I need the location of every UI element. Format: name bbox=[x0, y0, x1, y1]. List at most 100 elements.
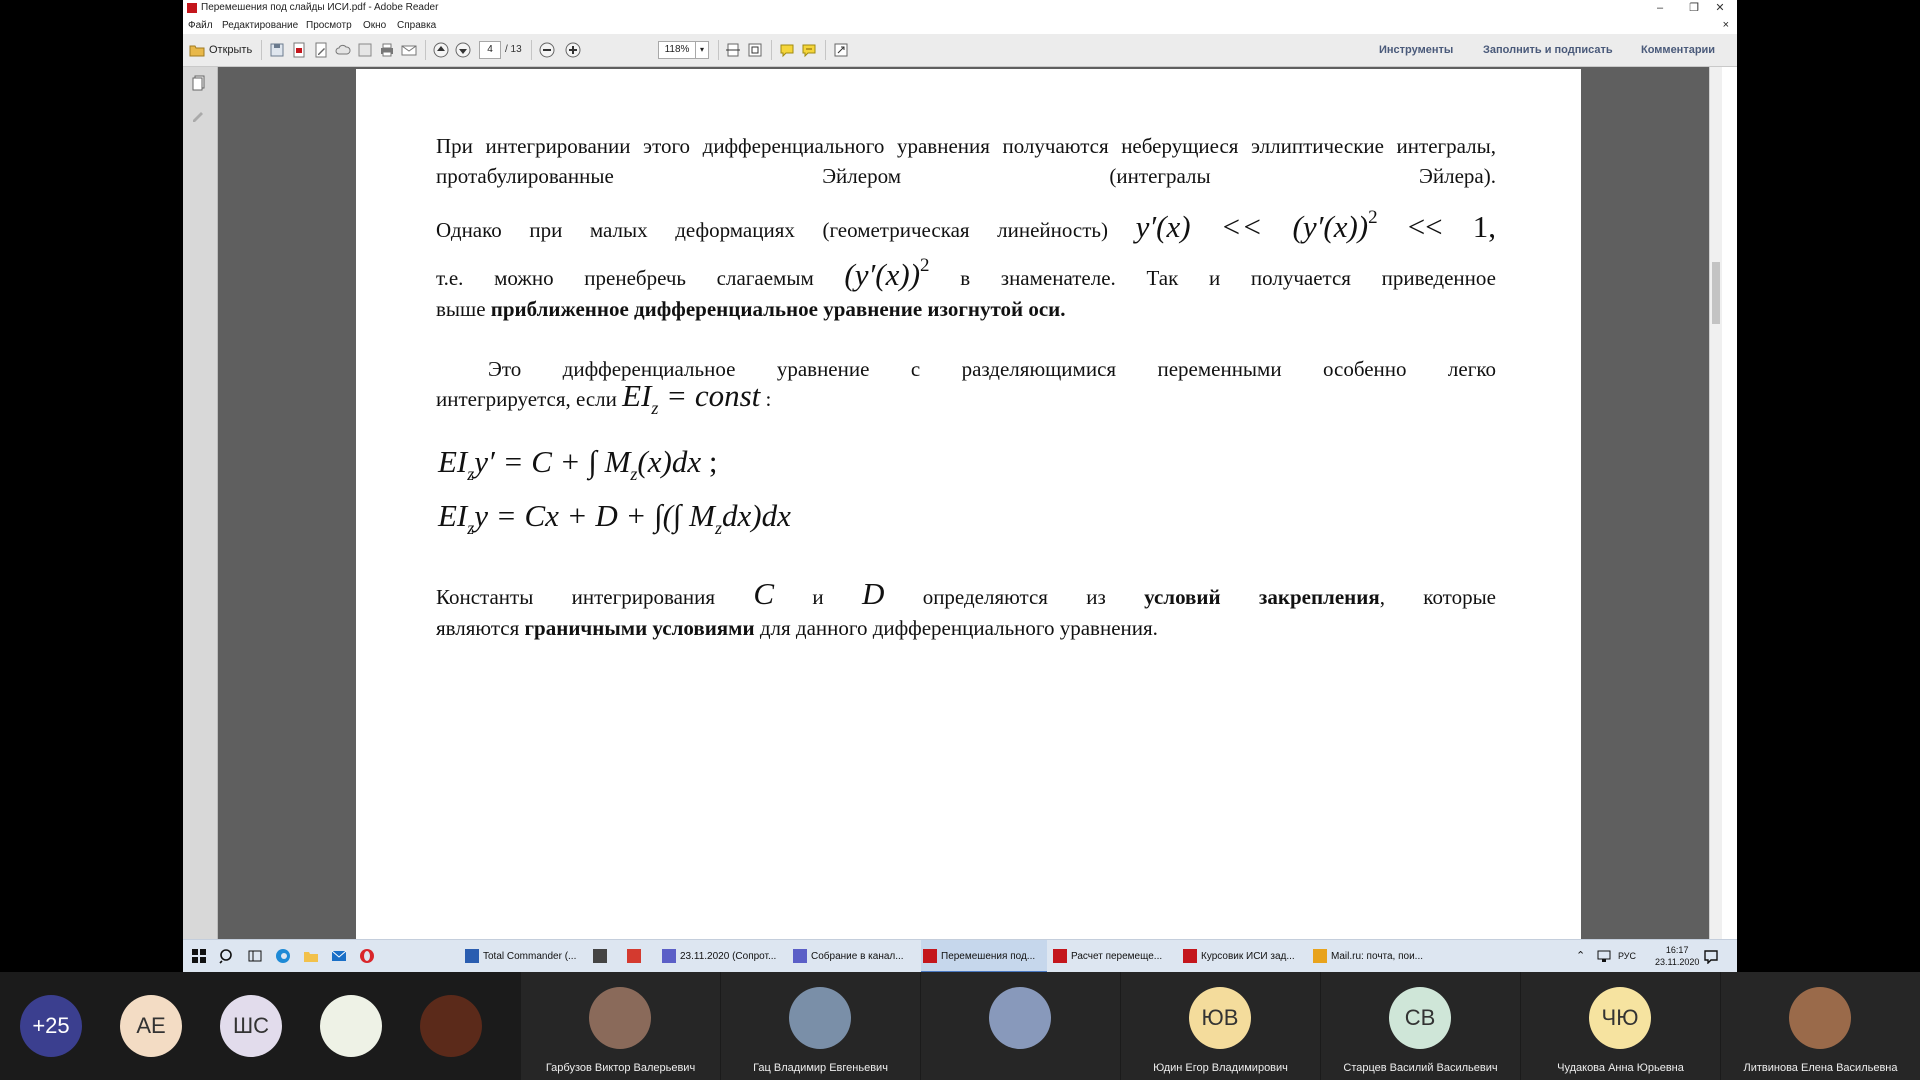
expand-icon[interactable] bbox=[833, 42, 849, 58]
close-button[interactable]: ✕ bbox=[1703, 0, 1737, 17]
menu-help[interactable]: Справка bbox=[397, 20, 436, 31]
participant-name: Литвинова Елена Васильевна bbox=[1743, 1062, 1898, 1074]
participant-tile[interactable]: Литвинова Елена Васильевна bbox=[1721, 972, 1920, 1080]
paragraph-constants: Константы интегрирования C и D определяю… bbox=[436, 576, 1496, 612]
menu-window[interactable]: Окно bbox=[363, 20, 386, 31]
text-are: являются bbox=[436, 616, 525, 640]
navigation-pane bbox=[183, 67, 218, 939]
menu-view[interactable]: Просмотр bbox=[306, 20, 352, 31]
opera-browser-icon[interactable] bbox=[359, 948, 375, 964]
taskbar-app-button[interactable] bbox=[591, 940, 621, 972]
comments-pane-link[interactable]: Комментарии bbox=[1641, 44, 1715, 56]
participant-tile[interactable]: ЧЮ Чудакова Анна Юрьевна bbox=[1521, 972, 1720, 1080]
scrollbar-thumb[interactable] bbox=[1712, 262, 1720, 324]
tools-pane-link[interactable]: Инструменты bbox=[1379, 44, 1453, 56]
file-explorer-icon[interactable] bbox=[303, 948, 319, 964]
toolbar-separator bbox=[718, 40, 719, 60]
text-integrates-if: интегрируется, если bbox=[436, 387, 617, 411]
mail-app-icon[interactable] bbox=[331, 948, 347, 964]
participant-tile[interactable]: +25 bbox=[0, 972, 100, 1080]
open-folder-icon[interactable] bbox=[189, 42, 205, 58]
participant-tile[interactable]: ШС bbox=[200, 972, 300, 1080]
text-neglect-term: т.е. можно пренебречь слагаемым bbox=[436, 266, 814, 290]
paragraph-boundary-conditions: являются граничными условиями для данног… bbox=[436, 613, 1496, 643]
participant-tile[interactable] bbox=[400, 972, 500, 1080]
comment-icon[interactable] bbox=[779, 42, 795, 58]
participant-tile[interactable]: АЕ bbox=[100, 972, 200, 1080]
zoom-level-select[interactable]: 118% bbox=[658, 41, 696, 59]
participant-tile[interactable]: ЮВ Юдин Егор Владимирович bbox=[1121, 972, 1320, 1080]
taskbar-app-button[interactable]: Собрание в канал... bbox=[791, 940, 917, 972]
cloud-share-icon[interactable] bbox=[335, 42, 351, 58]
participant-tile[interactable]: Гарбузов Виктор Валерьевич bbox=[521, 972, 720, 1080]
signatures-panel-icon[interactable] bbox=[191, 107, 207, 123]
fit-width-icon[interactable] bbox=[725, 42, 741, 58]
taskbar-app-button[interactable]: Расчет перемеще... bbox=[1051, 940, 1177, 972]
menu-edit[interactable]: Редактирование bbox=[222, 20, 298, 31]
fill-sign-pane-link[interactable]: Заполнить и подписать bbox=[1483, 44, 1613, 56]
text-and: и bbox=[812, 585, 824, 609]
next-page-icon[interactable] bbox=[455, 42, 471, 58]
eq1-tail: (x)dx bbox=[637, 444, 702, 479]
zoom-dropdown-arrow-icon[interactable]: ▾ bbox=[695, 41, 709, 59]
previous-page-icon[interactable] bbox=[433, 42, 449, 58]
eq1-semicolon: ; bbox=[701, 444, 718, 479]
save-file-icon[interactable] bbox=[269, 42, 285, 58]
tray-chevron-up-icon[interactable]: ⌃ bbox=[1576, 949, 1592, 965]
taskbar-app-button[interactable] bbox=[625, 940, 655, 972]
taskbar-app-button[interactable]: 23.11.2020 (Сопрот... bbox=[660, 940, 788, 972]
close-document-button[interactable]: × bbox=[1723, 19, 1729, 31]
adobe-reader-window: Перемешения под слайды ИСИ.pdf - Adobe R… bbox=[183, 0, 1737, 972]
participant-tile[interactable]: Гац Владимир Евгеньевич bbox=[721, 972, 920, 1080]
eq2-sub-z2: z bbox=[715, 518, 723, 538]
network-icon[interactable] bbox=[1596, 948, 1612, 964]
bold-boundary-conditions: граничными условиями bbox=[524, 616, 755, 640]
paragraph-separable-variables: Это дифференциальное уравнение с разделя… bbox=[488, 357, 1496, 381]
menu-file[interactable]: Файл bbox=[188, 20, 213, 31]
search-icon[interactable] bbox=[219, 948, 235, 964]
participant-name: Юдин Егор Владимирович bbox=[1153, 1062, 1288, 1074]
clock[interactable]: 16:17 23.11.2020 bbox=[1655, 944, 1699, 968]
clock-date: 23.11.2020 bbox=[1655, 957, 1700, 967]
save-icon[interactable] bbox=[357, 42, 373, 58]
zoom-out-icon[interactable] bbox=[539, 42, 555, 58]
notifications-icon[interactable] bbox=[1703, 948, 1719, 965]
pdf-page: При интегрировании этого дифференциально… bbox=[356, 69, 1581, 939]
taskbar-app-button[interactable]: Курсовик ИСИ зад... bbox=[1181, 940, 1307, 972]
toolbar-separator bbox=[825, 40, 826, 60]
taskbar-app-label: Total Commander (... bbox=[483, 951, 577, 962]
edit-pdf-icon[interactable] bbox=[313, 42, 329, 58]
vertical-scrollbar[interactable] bbox=[1709, 67, 1722, 939]
task-view-icon[interactable] bbox=[247, 948, 263, 964]
open-button-label[interactable]: Открыть bbox=[209, 44, 252, 56]
taskbar-app-button[interactable]: Перемешения под... bbox=[921, 940, 1047, 972]
participant-tile[interactable] bbox=[921, 972, 1120, 1080]
create-pdf-icon[interactable] bbox=[291, 42, 307, 58]
taskbar-app-icon bbox=[662, 949, 676, 963]
minimize-button[interactable]: – bbox=[1643, 0, 1677, 17]
input-language-indicator[interactable]: РУС bbox=[1618, 951, 1636, 961]
email-icon[interactable] bbox=[401, 42, 417, 58]
eq2-body: y = Cx + D + ∫(∫ M bbox=[474, 498, 716, 533]
page-number-input[interactable]: 4 bbox=[479, 41, 501, 59]
equation-second-integral: EIzy = Cx + D + ∫(∫ Mzdx)dx bbox=[438, 498, 1498, 543]
participant-tile[interactable]: СВ Старцев Василий Васильевич bbox=[1321, 972, 1520, 1080]
highlight-icon[interactable] bbox=[801, 42, 817, 58]
eq2-ei: EI bbox=[438, 498, 468, 533]
document-viewport[interactable]: При интегрировании этого дифференциально… bbox=[218, 67, 1709, 939]
fit-page-icon[interactable] bbox=[747, 42, 763, 58]
print-icon[interactable] bbox=[379, 42, 395, 58]
edge-browser-icon[interactable] bbox=[275, 948, 291, 964]
windows-start-icon[interactable] bbox=[191, 948, 207, 964]
taskbar-app-button[interactable]: Mail.ru: почта, пои... bbox=[1311, 940, 1437, 972]
pages-panel-icon[interactable] bbox=[191, 75, 207, 91]
eq2-tail: dx)dx bbox=[722, 498, 791, 533]
participant-tile[interactable] bbox=[300, 972, 400, 1080]
taskbar-app-label: Перемешения под... bbox=[941, 951, 1036, 962]
eq1-body: y′ = C + ∫ M bbox=[474, 444, 631, 479]
paragraph-small-deformations: Однако при малых деформациях (геометриче… bbox=[436, 203, 1496, 245]
zoom-in-icon[interactable] bbox=[565, 42, 581, 58]
taskbar-app-button[interactable]: Total Commander (... bbox=[463, 940, 589, 972]
symbol-c: C bbox=[753, 576, 775, 611]
formula-exponent: 2 bbox=[1368, 207, 1378, 228]
